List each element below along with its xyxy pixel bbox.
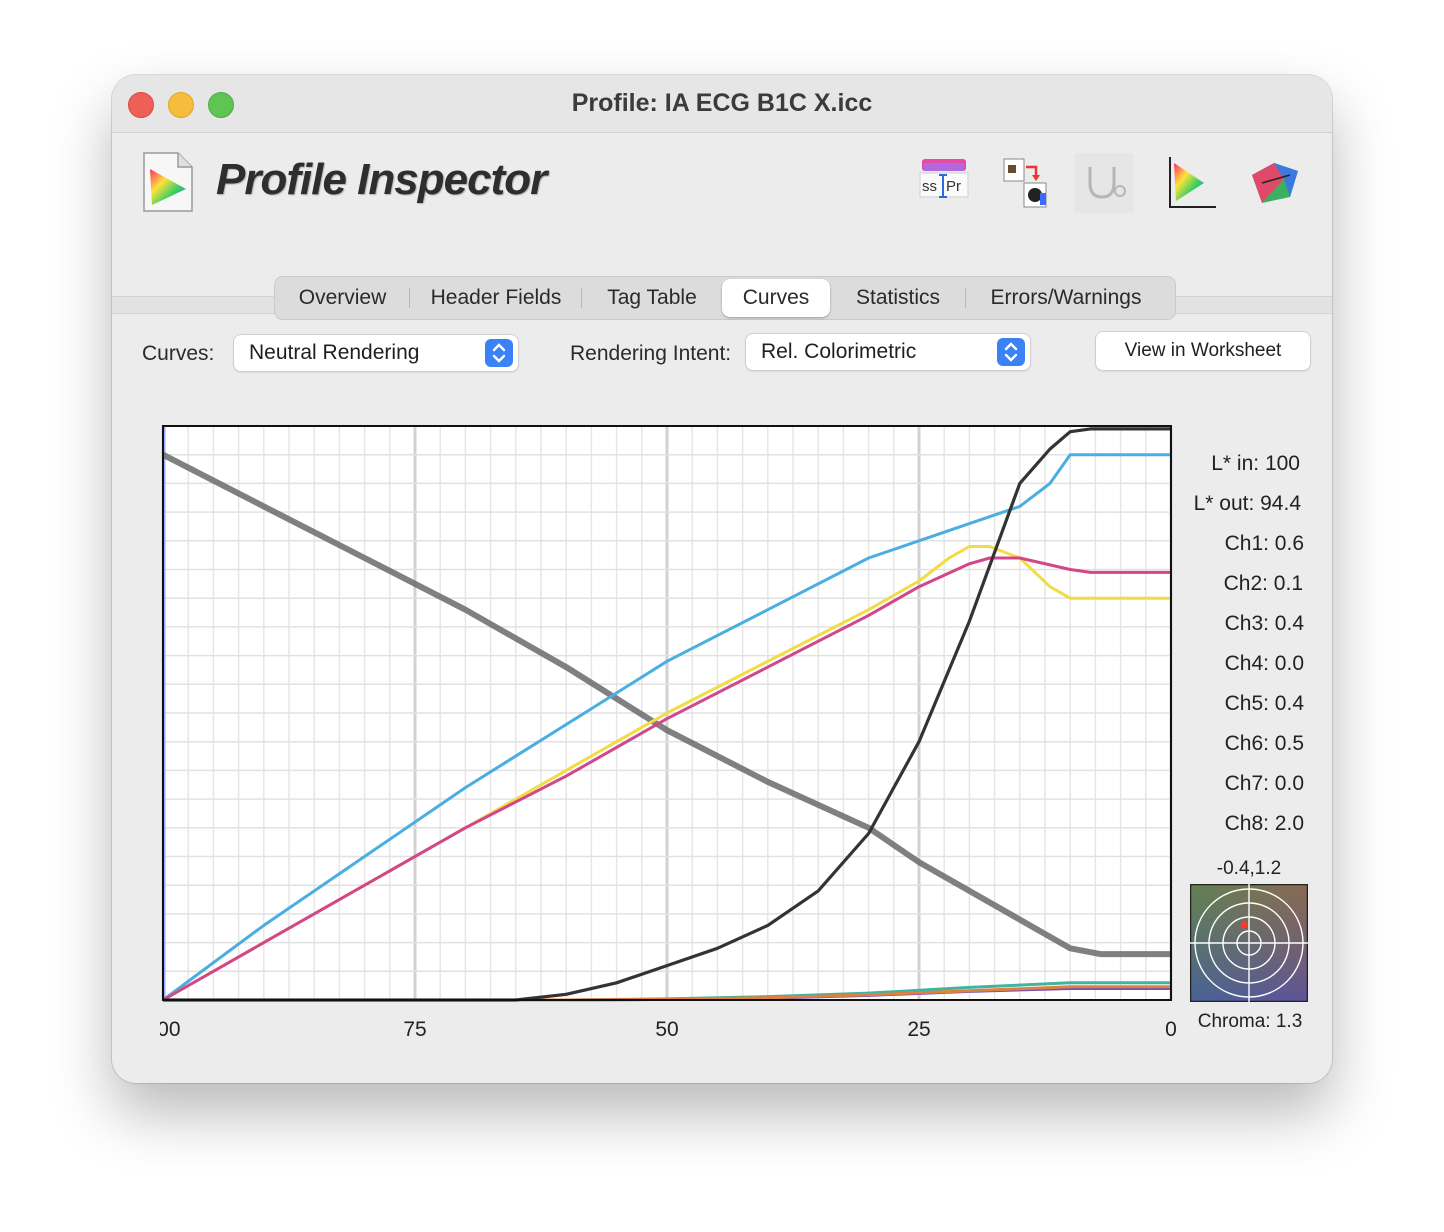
tab-curves[interactable]: Curves	[722, 279, 830, 317]
tab-overview[interactable]: Overview	[275, 278, 410, 318]
stethoscope-icon	[1074, 153, 1134, 213]
stepper-chevrons-icon	[485, 339, 513, 367]
profile-window: Profile: IA ECG B1C X.icc Profile Inspec…	[112, 75, 1332, 1083]
rendering-intent-select[interactable]: Rel. Colorimetric	[746, 334, 1030, 370]
ch8-readout: Ch8: 2.0	[1224, 812, 1304, 835]
tab-header-fields[interactable]: Header Fields	[410, 278, 582, 318]
profile-document-icon	[143, 152, 193, 212]
rendering-intent-value: Rel. Colorimetric	[761, 340, 917, 363]
rendering-intent-label: Rendering Intent:	[570, 342, 732, 365]
x-tick-label: 75	[403, 1018, 426, 1040]
svg-text:ss: ss	[922, 178, 937, 195]
lstar-in-readout: L* in: 100	[1211, 452, 1300, 475]
lstar-out-readout: L* out: 94.4	[1193, 492, 1301, 515]
app-name: Profile Inspector	[216, 155, 547, 204]
title-bar: Profile: IA ECG B1C X.icc	[112, 75, 1332, 133]
gamut-profile-icon[interactable]: ss Pr	[914, 153, 974, 213]
window-title: Profile: IA ECG B1C X.icc	[571, 89, 873, 117]
tab-statistics[interactable]: Statistics	[830, 278, 966, 318]
curves-chart: 10075502500255075100	[160, 425, 1177, 1040]
3d-gamut-icon[interactable]	[1244, 153, 1304, 213]
color-convert-icon[interactable]	[998, 153, 1058, 213]
curves-select[interactable]: Neutral Rendering	[234, 335, 518, 371]
chroma-target-plot	[1190, 884, 1308, 1002]
svg-text:Pr: Pr	[946, 178, 961, 195]
chroma-readout: Chroma: 1.3	[1197, 1011, 1303, 1032]
stepper-chevrons-icon	[997, 338, 1025, 366]
x-tick-label: 25	[907, 1018, 930, 1040]
x-tick-label: 100	[160, 1018, 181, 1040]
ch1-readout: Ch1: 0.6	[1224, 532, 1304, 555]
tab-bar: Overview Header Fields Tag Table Curves …	[274, 276, 1176, 320]
ch2-readout: Ch2: 0.1	[1223, 572, 1303, 595]
curves-label: Curves:	[142, 342, 215, 365]
ch3-readout: Ch3: 0.4	[1224, 612, 1304, 635]
ch4-readout: Ch4: 0.0	[1224, 652, 1304, 675]
tab-tag-table[interactable]: Tag Table	[582, 278, 722, 318]
x-tick-label: 0	[1165, 1018, 1177, 1040]
x-tick-label: 50	[655, 1018, 678, 1040]
tab-errors-warnings[interactable]: Errors/Warnings	[966, 278, 1166, 318]
ab-readout: -0.4,1.2	[1216, 858, 1282, 879]
curves-select-value: Neutral Rendering	[249, 341, 420, 364]
ch7-readout: Ch7: 0.0	[1224, 772, 1304, 795]
ch5-readout: Ch5: 0.4	[1224, 692, 1304, 715]
gamut-plot-icon[interactable]	[1162, 153, 1222, 213]
view-in-worksheet-button[interactable]: View in Worksheet	[1096, 332, 1310, 370]
ch6-readout: Ch6: 0.5	[1224, 732, 1304, 755]
